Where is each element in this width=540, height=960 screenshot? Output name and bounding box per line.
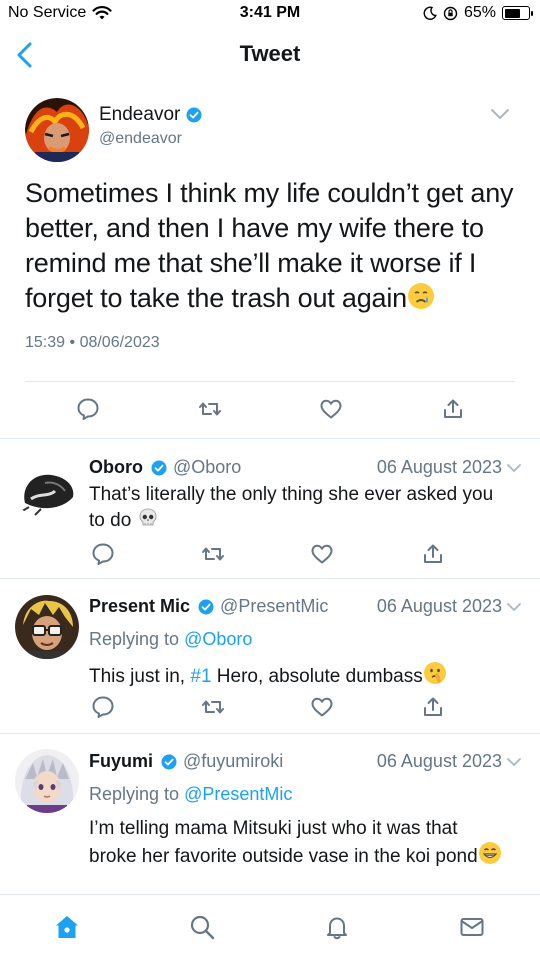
replying-to: Replying to @Oboro <box>89 629 252 650</box>
replying-to-mention[interactable]: @PresentMic <box>184 784 292 804</box>
replying-to-mention[interactable]: @Oboro <box>184 629 252 649</box>
home-icon[interactable] <box>53 913 81 941</box>
reply-actions <box>0 541 540 571</box>
search-icon[interactable] <box>188 913 216 941</box>
like-heart-icon[interactable] <box>309 541 335 567</box>
retweet-icon[interactable] <box>200 541 226 567</box>
share-icon[interactable] <box>420 541 446 567</box>
tweet-date: 08/06/2023 <box>79 334 160 351</box>
divider <box>25 381 515 382</box>
reply-actions <box>0 694 540 724</box>
messages-mail-icon[interactable] <box>458 913 486 941</box>
reply-tweet[interactable]: Fuyumi @fuyumiroki 06 August 2023 Replyi… <box>0 733 540 894</box>
meta-separator: • <box>69 334 76 351</box>
reply-author-name[interactable]: Oboro <box>89 457 143 478</box>
reply-icon[interactable] <box>90 694 116 720</box>
verified-badge-icon <box>151 460 167 475</box>
avatar[interactable] <box>15 595 79 659</box>
author-handle[interactable]: @endeavor <box>99 130 202 148</box>
tweet-time: 15:39 <box>25 334 66 351</box>
retweet-icon[interactable] <box>200 694 226 720</box>
orientation-lock-icon <box>443 6 458 20</box>
main-tweet-actions <box>0 396 540 426</box>
grinning-face-emoji-icon <box>478 842 501 864</box>
reply-icon[interactable] <box>90 541 116 567</box>
crying-face-emoji-icon <box>407 283 434 309</box>
chevron-down-icon[interactable] <box>506 601 522 613</box>
tweet-author: Endeavor @endeavor <box>25 98 515 162</box>
status-bar: No Service 3:41 PM 65% <box>0 0 540 28</box>
battery-percent: 65% <box>463 4 496 21</box>
replying-to-label: Replying to <box>89 784 180 804</box>
like-heart-icon[interactable] <box>318 396 344 422</box>
share-icon[interactable] <box>440 396 466 422</box>
reply-icon[interactable] <box>75 396 101 422</box>
verified-badge-icon <box>186 107 202 123</box>
page-title: Tweet <box>239 41 301 66</box>
reply-author-name[interactable]: Present Mic <box>89 596 190 617</box>
avatar[interactable] <box>25 98 89 162</box>
reply-tweet[interactable]: Oboro @Oboro 06 August 2023 That’s liter… <box>0 438 540 578</box>
reply-author-name[interactable]: Fuyumi <box>89 751 153 772</box>
nav-header: Tweet <box>0 30 540 80</box>
reply-text: This just in, #1 Hero, absolute dumbass <box>89 661 510 689</box>
share-icon[interactable] <box>420 694 446 720</box>
notifications-bell-icon[interactable] <box>323 913 351 941</box>
reply-text: I’m telling mama Mitsuki just who it was… <box>89 816 510 869</box>
reply-date: 06 August 2023 <box>376 457 502 477</box>
hashtag-link[interactable]: #1 <box>190 666 211 687</box>
reply-tweet[interactable]: Present Mic @PresentMic 06 August 2023 R… <box>0 578 540 733</box>
reply-text: That’s literally the only thing she ever… <box>89 484 494 531</box>
battery-icon <box>502 6 533 20</box>
moon-icon <box>423 6 437 20</box>
verified-badge-icon <box>198 599 214 614</box>
shushing-face-emoji-icon <box>423 662 446 684</box>
skull-emoji-icon <box>139 508 156 526</box>
verified-badge-icon <box>161 754 177 769</box>
replying-to-label: Replying to <box>89 629 180 649</box>
replying-to: Replying to @PresentMic <box>89 784 292 805</box>
like-heart-icon[interactable] <box>309 694 335 720</box>
author-name[interactable]: Endeavor <box>99 104 180 126</box>
avatar[interactable] <box>15 457 79 521</box>
chevron-down-icon[interactable] <box>506 756 522 768</box>
retweet-icon[interactable] <box>197 396 223 422</box>
status-bar-right: 65% <box>423 4 533 22</box>
chevron-down-icon[interactable] <box>506 462 522 474</box>
tweet-timestamp: 15:39 • 08/06/2023 <box>25 334 515 352</box>
chevron-down-icon[interactable] <box>489 106 511 122</box>
main-tweet: Endeavor @endeavor Sometimes I think my … <box>25 98 515 352</box>
avatar[interactable] <box>15 749 79 813</box>
tab-bar <box>0 894 540 960</box>
tweet-text: Sometimes I think my life couldn’t get a… <box>25 178 514 313</box>
reply-date: 06 August 2023 <box>376 596 502 616</box>
reply-author-handle[interactable]: @PresentMic <box>220 596 328 617</box>
reply-author-handle[interactable]: @Oboro <box>173 457 241 478</box>
reply-author-handle[interactable]: @fuyumiroki <box>183 751 283 772</box>
reply-date: 06 August 2023 <box>376 751 502 771</box>
